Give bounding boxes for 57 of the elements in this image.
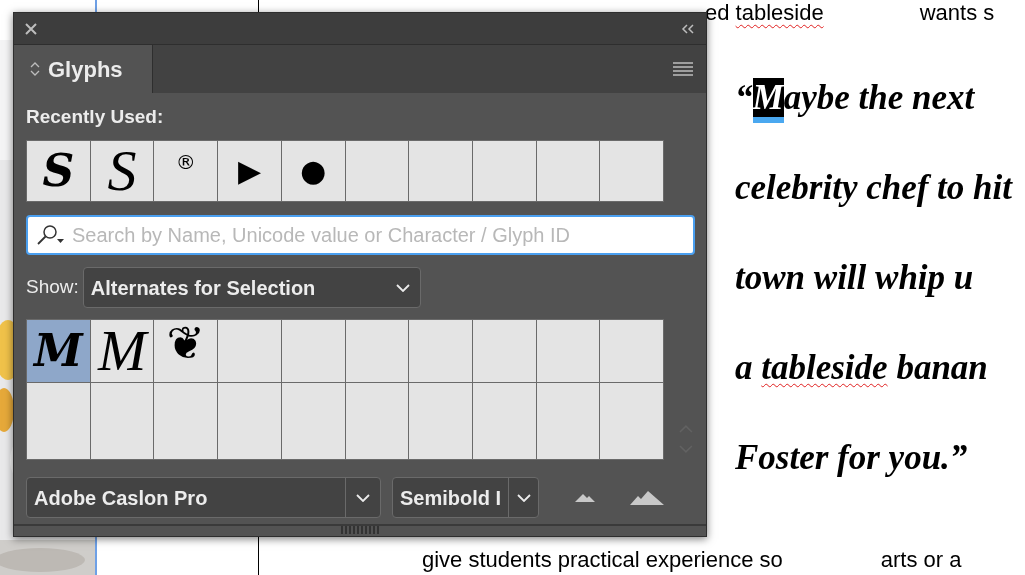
show-label: Show: (26, 275, 79, 300)
glyph-cell[interactable] (600, 141, 664, 201)
search-field[interactable]: Search by Name, Unicode value or Character / Glyph ID (26, 215, 695, 255)
panel-title: Glyphs (48, 55, 123, 84)
small-mountain-icon[interactable] (575, 493, 595, 502)
glyph-cell[interactable] (600, 320, 664, 382)
body-text: ed tableside (705, 0, 824, 26)
glyph-cell[interactable] (600, 383, 664, 459)
pull-quote-line: Foster for you.” (735, 437, 968, 479)
close-icon[interactable] (25, 22, 37, 35)
glyph-cell[interactable] (473, 320, 536, 382)
glyph-cell[interactable]: S (27, 141, 90, 201)
body-text: arts or a (880, 547, 962, 573)
glyph-cell[interactable] (218, 320, 281, 382)
glyph-cell[interactable]: M (27, 320, 90, 382)
pull-quote-line: a tableside banan (735, 347, 988, 389)
pull-quote-line: town will whip u (735, 257, 974, 299)
show-dropdown[interactable]: Alternates for Selection (82, 267, 421, 308)
glyph-cell[interactable] (281, 383, 345, 459)
glyph-cell[interactable] (154, 383, 218, 459)
font-family-dropdown[interactable]: Adobe Caslon Pro (26, 477, 381, 518)
menu-icon[interactable] (673, 62, 693, 76)
glyph-cell[interactable] (27, 383, 90, 459)
chevron-down-icon (516, 493, 531, 502)
large-mountain-icon[interactable] (630, 490, 664, 505)
glyph-cell[interactable] (409, 383, 472, 459)
glyph-cell[interactable]: ● (281, 141, 345, 201)
glyph-cell[interactable]: ® (154, 141, 218, 201)
glyph-cell[interactable] (536, 320, 600, 382)
resize-grip-icon[interactable] (341, 526, 379, 534)
glyph-cell[interactable] (472, 141, 536, 201)
glyph-cell[interactable] (90, 383, 154, 459)
pull-quote-line: “Maybe the next (735, 53, 975, 143)
glyphs-tab[interactable]: Glyphs (14, 45, 153, 93)
glyph-cell[interactable] (536, 141, 600, 201)
glyph-cell[interactable] (281, 320, 345, 382)
font-style-dropdown[interactable]: Semibold I (392, 477, 539, 518)
glyph-cell[interactable]: S (90, 141, 154, 201)
pull-quote-line: celebrity chef to hit (735, 167, 1012, 209)
glyph-cell[interactable] (218, 383, 281, 459)
glyph-cell[interactable] (345, 141, 409, 201)
glyph-cell[interactable]: M (90, 320, 154, 382)
collapse-icon[interactable] (681, 23, 695, 34)
glyph-cell[interactable] (409, 141, 472, 201)
glyph-cell[interactable] (345, 320, 409, 382)
glyph-cell[interactable] (345, 383, 409, 459)
glyph-cell[interactable]: ❦ (154, 320, 218, 382)
recently-used-label: Recently Used: (26, 105, 165, 129)
glyph-cell[interactable]: ▶ (218, 141, 281, 201)
glyph-cell[interactable] (536, 383, 600, 459)
up-down-chevron-icon (30, 61, 40, 77)
body-text: give students practical experience so (422, 547, 783, 573)
chevron-down-icon (356, 493, 370, 502)
body-text: wants s (919, 0, 995, 26)
glyph-cell[interactable] (473, 383, 536, 459)
glyph-cell[interactable] (409, 320, 472, 382)
chevron-down-icon (395, 283, 410, 292)
